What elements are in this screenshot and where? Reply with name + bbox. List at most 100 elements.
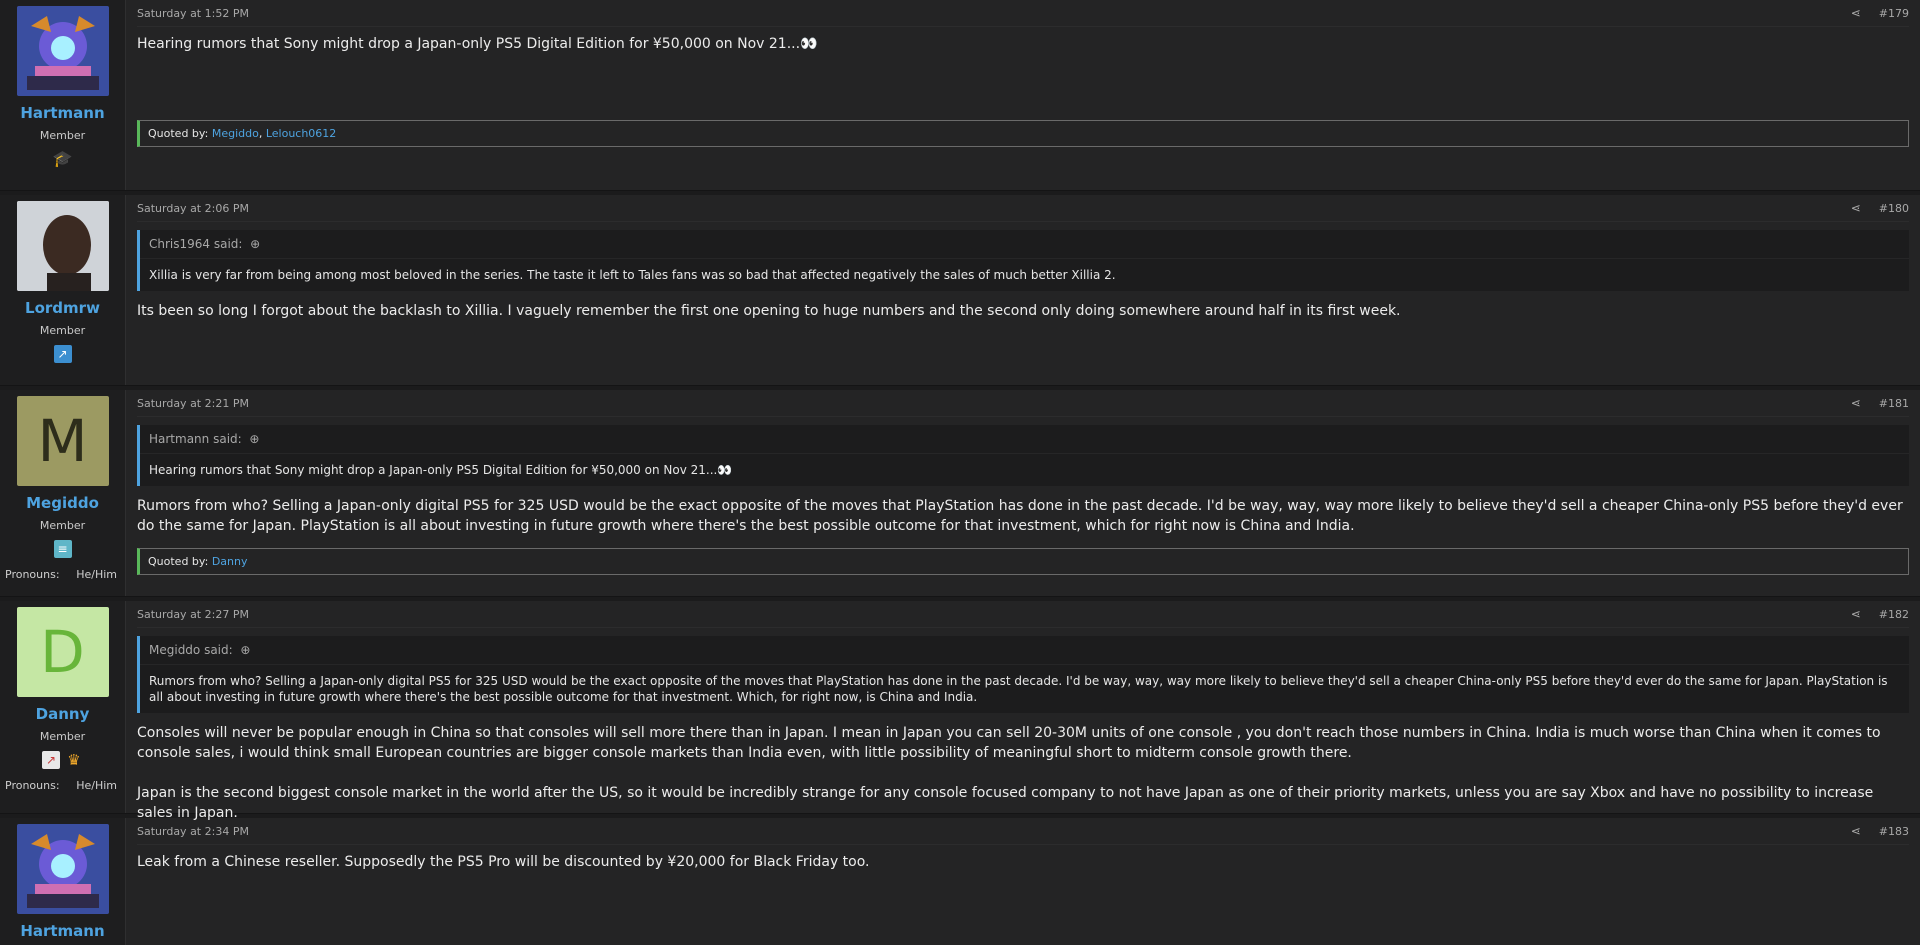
post-text: Hearing rumors that Sony might drop a Ja… [137, 36, 801, 52]
badges: 🎓 [53, 150, 73, 168]
quoted-by-link[interactable]: Lelouch0612 [266, 127, 336, 140]
user-role: Member [39, 730, 86, 743]
quote-body: Hearing rumors that Sony might drop a Ja… [140, 454, 1909, 486]
post-timestamp[interactable]: Saturday at 2:34 PM [137, 825, 249, 838]
quote-author: Chris1964 said: [149, 237, 243, 251]
crown-icon[interactable]: ♛ [65, 751, 83, 769]
post-header: Saturday at 1:52 PM ⋖ #179 [137, 0, 1909, 27]
quoted-by-label: Quoted by: [148, 555, 209, 568]
arrow-up-circle-icon[interactable]: ⊕ [237, 643, 250, 657]
post-body: Hearing rumors that Sony might drop a Ja… [137, 34, 1909, 54]
post-number[interactable]: #183 [1879, 825, 1909, 838]
document-badge-icon[interactable]: ≡ [53, 540, 72, 558]
pronouns-label: Pronouns: [5, 779, 60, 792]
username[interactable]: Hartmann [20, 922, 104, 940]
user-role: Member [39, 324, 86, 337]
username[interactable]: Hartmann [20, 104, 104, 122]
username[interactable]: Megiddo [26, 494, 99, 512]
quoted-by-bar: Quoted by: Megiddo, Lelouch0612 [137, 120, 1909, 147]
avatar-image [16, 824, 109, 914]
post-main: Saturday at 1:52 PM ⋖ #179 Hearing rumor… [126, 0, 1920, 190]
avatar[interactable] [16, 6, 109, 96]
user-column: M Megiddo Member ≡ Pronouns: He/Him [0, 390, 126, 596]
avatar-letter: D [40, 618, 85, 686]
pronouns-value: He/Him [76, 568, 117, 581]
badges: ↗ [53, 345, 72, 363]
quoted-by-link[interactable]: Megiddo [212, 127, 259, 140]
post-182: D Danny Member ↗ ♛ Pronouns: He/Him Satu… [0, 601, 1920, 821]
eyes-icon: 👀 [800, 36, 817, 52]
avatar[interactable] [16, 824, 109, 914]
share-icon[interactable]: ⋖ [1851, 607, 1861, 621]
badges: ↗ ♛ [42, 751, 83, 769]
post-header: Saturday at 2:06 PM ⋖ #180 [137, 195, 1909, 222]
badges: ≡ [53, 540, 72, 558]
post-header: Saturday at 2:27 PM ⋖ #182 [137, 601, 1909, 628]
avatar-image [16, 6, 109, 96]
post-number[interactable]: #182 [1879, 608, 1909, 621]
quote-header[interactable]: Hartmann said: ⊕ [140, 425, 1909, 454]
quote-block: Megiddo said: ⊕ Rumors from who? Selling… [137, 636, 1909, 713]
avatar-image [16, 201, 109, 291]
quote-header[interactable]: Chris1964 said: ⊕ [140, 230, 1909, 259]
thread: Hartmann Member 🎓 Saturday at 1:52 PM ⋖ … [0, 0, 1920, 945]
arrow-up-circle-icon[interactable]: ⊕ [246, 432, 259, 446]
post-number[interactable]: #180 [1879, 202, 1909, 215]
quote-block: Chris1964 said: ⊕ Xillia is very far fro… [137, 230, 1909, 291]
post-number[interactable]: #179 [1879, 7, 1909, 20]
post-183: Hartmann Saturday at 2:34 PM ⋖ #183 Leak… [0, 818, 1920, 945]
post-180: Lordmrw Member ↗ Saturday at 2:06 PM ⋖ #… [0, 195, 1920, 386]
post-text-2: Japan is the second biggest console mark… [137, 785, 1874, 821]
username[interactable]: Danny [36, 705, 90, 723]
quoted-by-link[interactable]: Danny [212, 555, 248, 568]
post-text: Its been so long I forgot about the back… [137, 303, 1401, 319]
post-181: M Megiddo Member ≡ Pronouns: He/Him Satu… [0, 390, 1920, 597]
quote-author: Hartmann said: [149, 432, 242, 446]
user-role: Member [39, 519, 86, 532]
avatar[interactable] [16, 201, 109, 291]
avatar[interactable]: M [16, 396, 109, 486]
post-main: Saturday at 2:06 PM ⋖ #180 Chris1964 sai… [126, 195, 1920, 385]
quote-text: Rumors from who? Selling a Japan-only di… [149, 674, 1888, 704]
post-timestamp[interactable]: Saturday at 2:27 PM [137, 608, 249, 621]
user-column: Hartmann [0, 818, 126, 945]
share-icon[interactable]: ⋖ [1851, 201, 1861, 215]
graduation-cap-icon[interactable]: 🎓 [53, 150, 73, 168]
chart-badge-icon[interactable]: ↗ [53, 345, 72, 363]
pronouns-row: Pronouns: He/Him [0, 568, 125, 581]
post-timestamp[interactable]: Saturday at 2:21 PM [137, 397, 249, 410]
avatar[interactable]: D [16, 607, 109, 697]
share-icon[interactable]: ⋖ [1851, 396, 1861, 410]
quote-header[interactable]: Megiddo said: ⊕ [140, 636, 1909, 665]
post-179: Hartmann Member 🎓 Saturday at 1:52 PM ⋖ … [0, 0, 1920, 191]
quote-author: Megiddo said: [149, 643, 233, 657]
pronouns-label: Pronouns: [5, 568, 60, 581]
arrow-up-circle-icon[interactable]: ⊕ [246, 237, 260, 251]
post-main: Saturday at 2:27 PM ⋖ #182 Megiddo said:… [126, 601, 1920, 821]
user-column: Lordmrw Member ↗ [0, 195, 126, 385]
chart-badge-icon[interactable]: ↗ [42, 751, 60, 769]
post-timestamp[interactable]: Saturday at 1:52 PM [137, 7, 249, 20]
avatar-letter: M [37, 407, 88, 475]
post-number[interactable]: #181 [1879, 397, 1909, 410]
pronouns-value: He/Him [76, 779, 117, 792]
user-column: Hartmann Member 🎓 [0, 0, 126, 190]
post-header: Saturday at 2:34 PM ⋖ #183 [137, 818, 1909, 845]
user-role: Member [39, 129, 86, 142]
pronouns-row: Pronouns: He/Him [0, 779, 125, 792]
post-header: Saturday at 2:21 PM ⋖ #181 [137, 390, 1909, 417]
post-main: Saturday at 2:21 PM ⋖ #181 Hartmann said… [126, 390, 1920, 596]
eyes-icon: 👀 [717, 463, 732, 477]
username[interactable]: Lordmrw [25, 299, 100, 317]
post-text: Rumors from who? Selling a Japan-only di… [137, 498, 1903, 534]
quote-text: Hearing rumors that Sony might drop a Ja… [149, 463, 718, 477]
post-text: Consoles will never be popular enough in… [137, 725, 1881, 761]
quote-text: Xillia is very far from being among most… [149, 268, 1116, 282]
user-column: D Danny Member ↗ ♛ Pronouns: He/Him [0, 601, 126, 813]
share-icon[interactable]: ⋖ [1851, 6, 1861, 20]
post-timestamp[interactable]: Saturday at 2:06 PM [137, 202, 249, 215]
quote-block: Hartmann said: ⊕ Hearing rumors that Son… [137, 425, 1909, 486]
quoted-by-label: Quoted by: [148, 127, 209, 140]
share-icon[interactable]: ⋖ [1851, 824, 1861, 838]
post-text: Leak from a Chinese reseller. Supposedly… [137, 854, 870, 870]
